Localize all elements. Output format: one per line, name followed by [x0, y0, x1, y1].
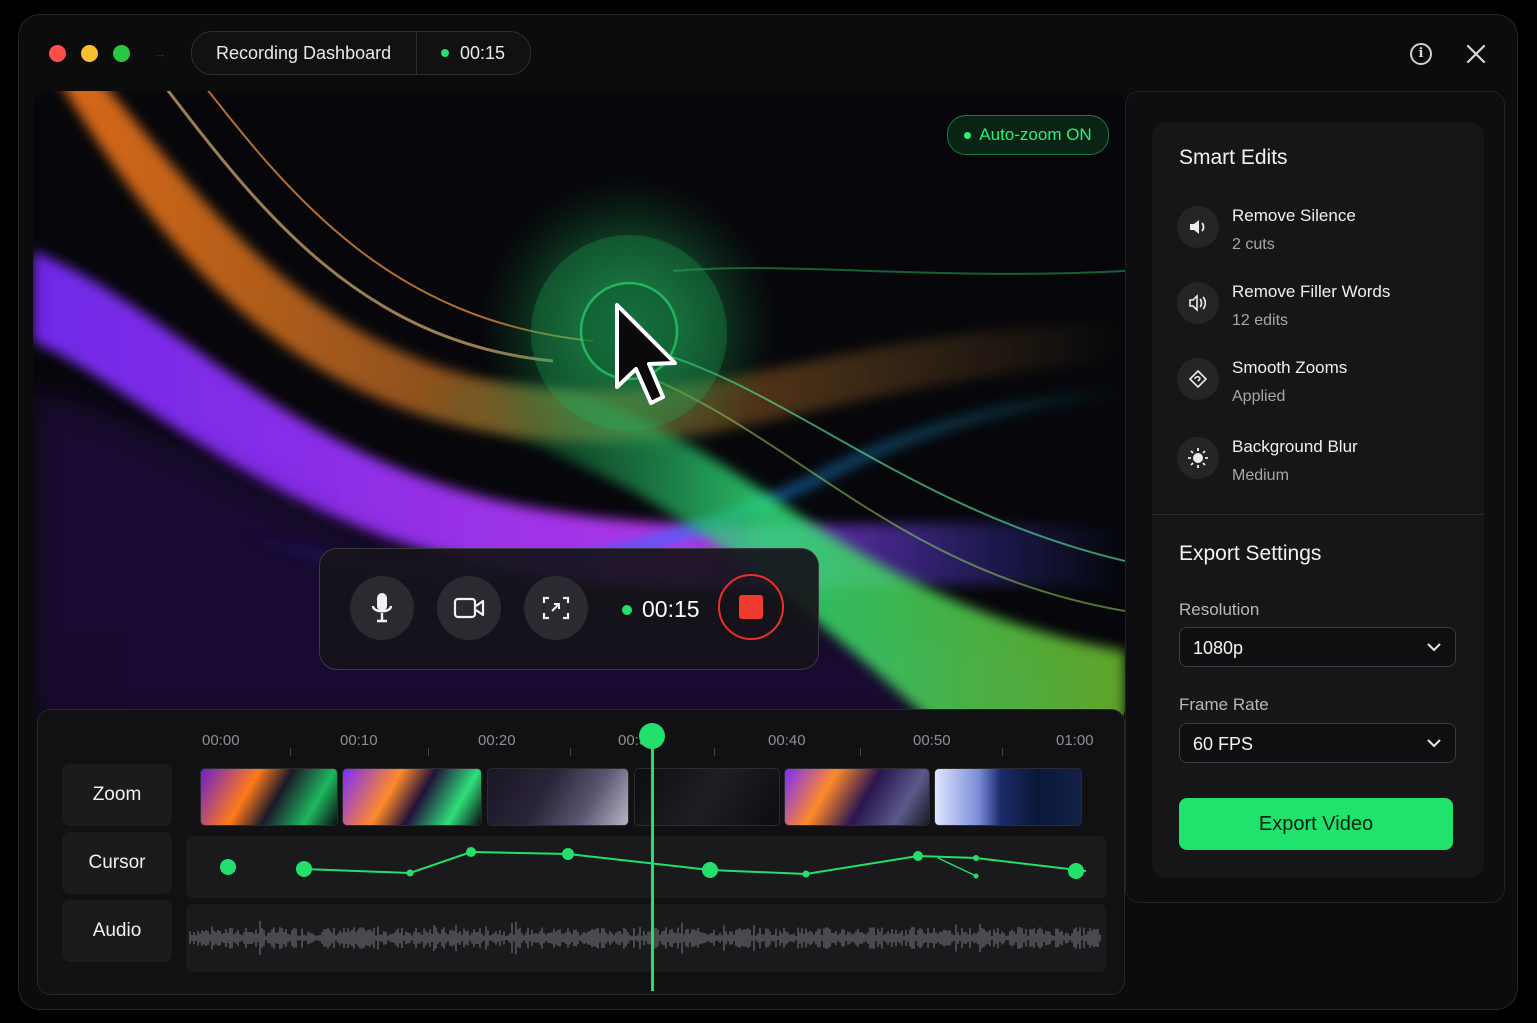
side-panel: Smart Edits Remove Silence 2 cuts Remove… — [1125, 91, 1505, 903]
autozoom-label: Auto-zoom ON — [979, 125, 1092, 144]
resolution-value: 1080p — [1193, 638, 1244, 658]
track-label-zoom[interactable]: Zoom — [62, 764, 172, 826]
chevron-down-icon — [1427, 739, 1441, 748]
ruler-tick — [570, 748, 571, 756]
playhead-handle[interactable] — [639, 723, 665, 749]
voice-wave-icon — [1177, 282, 1219, 324]
settings-card: Smart Edits Remove Silence 2 cuts Remove… — [1152, 122, 1484, 878]
framerate-label: Frame Rate — [1179, 695, 1269, 714]
ruler-tick — [1002, 748, 1003, 756]
camera-button[interactable] — [437, 576, 501, 640]
audio-waveform-track[interactable] — [186, 904, 1106, 972]
window-minimize-dot[interactable] — [81, 45, 98, 62]
screen-capture-icon — [542, 596, 570, 620]
framerate-value: 60 FPS — [1193, 734, 1254, 754]
cursor-track[interactable] — [186, 836, 1106, 898]
back-arrow-icon: → — [153, 45, 167, 61]
zoom-clip-thumbnail[interactable] — [784, 768, 930, 826]
edit-label: Remove Filler Words — [1232, 282, 1391, 301]
sun-icon — [1177, 437, 1219, 479]
edit-background-blur[interactable]: Background Blur Medium — [1177, 437, 1477, 497]
zoom-clip-thumbnail[interactable] — [487, 768, 629, 826]
cursor-path-graph — [220, 847, 1087, 879]
edit-label: Remove Silence — [1232, 206, 1356, 225]
timeline-panel: 00:00 00:10 00:20 00:30 00:40 00:50 01:0… — [37, 709, 1125, 995]
speaker-icon — [1177, 206, 1219, 248]
autozoom-dot — [964, 131, 972, 139]
recording-timer: 00:15 — [642, 596, 700, 622]
resolution-label: Resolution — [1179, 600, 1260, 619]
zoom-clip-thumbnail[interactable] — [634, 768, 780, 826]
resolution-select[interactable]: 1080p — [1179, 627, 1456, 667]
ruler-label: 00:50 — [913, 732, 951, 749]
edit-remove-filler-words[interactable]: Remove Filler Words 12 edits — [1177, 282, 1477, 342]
screen-capture-button[interactable] — [524, 576, 588, 640]
zoom-clip-thumbnail[interactable] — [342, 768, 482, 826]
zoom-track[interactable] — [186, 764, 1090, 826]
ruler-tick — [714, 748, 715, 756]
microphone-icon — [371, 593, 393, 623]
ruler-tick — [290, 748, 291, 756]
info-icon[interactable]: i — [1410, 43, 1432, 65]
ruler-label: 00:40 — [768, 732, 806, 749]
track-label-audio[interactable]: Audio — [62, 900, 172, 962]
ruler-label: 01:00 — [1056, 732, 1094, 749]
window-maximize-dot[interactable] — [113, 45, 130, 62]
window-title: Recording Dashboard — [216, 42, 392, 63]
close-icon[interactable] — [1465, 43, 1487, 65]
title-pill: Recording Dashboard 00:15 — [191, 31, 531, 75]
zoom-clip-thumbnail[interactable] — [934, 768, 1082, 826]
title-divider — [416, 32, 417, 74]
edit-sub: 12 edits — [1232, 312, 1289, 329]
title-elapsed-time: 00:15 — [460, 42, 506, 63]
zoom-clip-thumbnail[interactable] — [200, 768, 338, 826]
playhead-line[interactable] — [651, 723, 654, 991]
ruler-label: 00:20 — [478, 732, 516, 749]
edit-label: Background Blur — [1232, 437, 1358, 456]
recording-dot — [622, 605, 632, 615]
app-window: → Recording Dashboard 00:15 i Auto-zoom … — [18, 14, 1518, 1010]
ruler-tick — [860, 748, 861, 756]
export-video-button[interactable]: Export Video — [1179, 798, 1453, 850]
section-divider — [1152, 514, 1484, 515]
ruler-label: 00:10 — [340, 732, 378, 749]
stop-icon — [739, 595, 763, 619]
edit-sub: 2 cuts — [1232, 236, 1275, 253]
audio-waveform — [189, 920, 1101, 956]
chevron-down-icon — [1427, 643, 1441, 652]
smart-edits-title: Smart Edits — [1179, 146, 1288, 169]
stop-button[interactable] — [718, 574, 784, 640]
zoom-rotate-icon — [1177, 358, 1219, 400]
microphone-button[interactable] — [350, 576, 414, 640]
autozoom-badge[interactable]: Auto-zoom ON — [947, 115, 1109, 155]
recording-indicator-dot — [441, 49, 449, 57]
framerate-select[interactable]: 60 FPS — [1179, 723, 1456, 763]
ruler-tick — [428, 748, 429, 756]
edit-sub: Medium — [1232, 467, 1289, 484]
camera-icon — [453, 597, 485, 619]
ruler-label: 00:00 — [202, 732, 240, 749]
edit-sub: Applied — [1232, 388, 1286, 405]
edit-smooth-zooms[interactable]: Smooth Zooms Applied — [1177, 358, 1477, 418]
track-label-cursor[interactable]: Cursor — [62, 832, 172, 894]
recording-controls: 00:15 — [319, 548, 819, 670]
edit-label: Smooth Zooms — [1232, 358, 1348, 377]
window-close-dot[interactable] — [49, 45, 66, 62]
export-settings-title: Export Settings — [1179, 542, 1322, 565]
edit-remove-silence[interactable]: Remove Silence 2 cuts — [1177, 206, 1477, 266]
